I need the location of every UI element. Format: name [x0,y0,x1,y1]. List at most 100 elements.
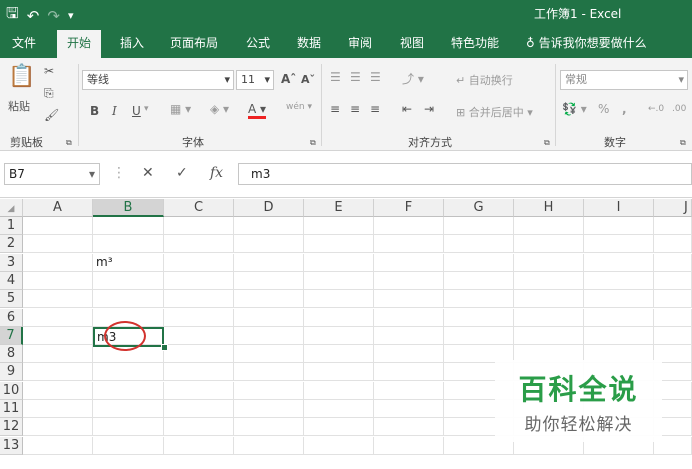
wrap-text-button[interactable]: ↵ 自动换行 [456,72,513,88]
grid-cell[interactable] [164,253,234,272]
align-center-icon[interactable]: ≡ [350,102,360,116]
grid-cell[interactable] [374,381,444,400]
grid-cell[interactable] [23,326,93,345]
grid-cell[interactable] [234,290,304,309]
grid-cell[interactable] [234,436,304,455]
column-header-d[interactable]: D [234,199,304,217]
grid-cell[interactable] [304,308,374,327]
grid-cell[interactable] [374,217,444,235]
row-header-9[interactable]: 9 [0,363,23,382]
grid-cell[interactable] [444,217,514,235]
grid-cell[interactable] [444,326,514,345]
grid-cell[interactable] [584,326,654,345]
number-launcher-icon[interactable]: ⧉ [680,138,686,148]
grid-cell[interactable] [374,418,444,437]
grid-cell[interactable] [93,381,164,400]
grid-cell[interactable] [374,235,444,254]
grid-cell[interactable] [164,381,234,400]
grid-cell[interactable] [234,345,304,364]
tell-me-search[interactable]: ♁ 告诉我你想要做什么 [526,34,647,51]
grid-cell[interactable] [234,363,304,382]
grid-cell[interactable] [374,436,444,455]
shrink-font-button[interactable]: Aˇ [301,73,315,86]
name-box[interactable]: B7 ▾ [4,163,100,185]
grid-cell[interactable] [23,308,93,327]
grid-cell[interactable] [304,345,374,364]
grid-cell[interactable] [93,235,164,254]
cut-icon[interactable]: ✂ [44,64,54,78]
row-header-11[interactable]: 11 [0,400,23,418]
grid-cell[interactable] [164,308,234,327]
grid-cell[interactable] [23,217,93,235]
tab-data[interactable]: 数据 [297,34,321,51]
grid-cell[interactable] [584,271,654,290]
grid-cell[interactable] [444,308,514,327]
select-all-corner[interactable]: ◢ [0,199,23,217]
grid-cell[interactable] [654,308,692,327]
grid-cell[interactable] [514,290,584,309]
grid-cell[interactable] [23,253,93,272]
enter-icon[interactable]: ✓ [176,165,188,181]
grid-cell[interactable] [23,436,93,455]
grid-cell[interactable] [584,235,654,254]
fill-color-icon[interactable]: ◈ ▾ [210,102,229,116]
row-header-7[interactable]: 7 [0,326,23,345]
grid-cell[interactable] [234,217,304,235]
copy-icon[interactable]: ⎘ [44,86,54,101]
grid-cell[interactable] [584,253,654,272]
save-icon[interactable]: 🖫 [6,3,19,28]
chevron-down-icon[interactable]: ▾ [144,104,149,114]
grid-cell[interactable] [234,235,304,254]
grid-cell[interactable] [164,345,234,364]
grid-cell[interactable] [164,363,234,382]
row-header-3[interactable]: 3 [0,253,23,272]
grid-cell[interactable] [164,235,234,254]
grid-cell[interactable] [304,290,374,309]
grid-cell[interactable] [93,436,164,455]
grid-cell[interactable] [514,326,584,345]
grid-cell[interactable] [93,418,164,437]
column-header-b[interactable]: B [93,199,164,217]
tab-review[interactable]: 审阅 [348,34,372,51]
grid-cell[interactable] [444,253,514,272]
font-color-button[interactable]: A ▾ [248,102,267,119]
grid-cell[interactable] [304,326,374,345]
clipboard-launcher-icon[interactable]: ⧉ [66,138,72,148]
grid-cell[interactable] [164,290,234,309]
column-header-j[interactable]: J [654,199,692,217]
number-format-select[interactable]: 常规 ▾ [560,70,688,90]
column-header-f[interactable]: F [374,199,444,217]
grid-cell[interactable] [23,381,93,400]
grid-cell[interactable] [23,235,93,254]
borders-icon[interactable]: ▦ ▾ [170,102,191,116]
grid-cell[interactable] [304,381,374,400]
grid-cell[interactable] [304,436,374,455]
row-header-10[interactable]: 10 [0,381,23,400]
grid-cell[interactable] [304,363,374,382]
column-header-h[interactable]: H [514,199,584,217]
underline-button[interactable]: U [132,104,141,118]
grid-cell[interactable] [444,290,514,309]
grid-cell[interactable] [514,253,584,272]
grid-cell[interactable] [444,235,514,254]
tab-file[interactable]: 文件 [12,34,36,51]
font-launcher-icon[interactable]: ⧉ [310,138,316,148]
grid-cell[interactable] [374,345,444,364]
percent-style-button[interactable]: % [598,102,609,116]
grid-cell[interactable] [654,326,692,345]
grid-cell[interactable] [584,217,654,235]
grid-cell[interactable] [23,290,93,309]
grid-cell[interactable] [234,326,304,345]
orientation-icon[interactable]: ⤴ ▾ [402,70,424,87]
grow-font-button[interactable]: Aˆ [281,72,296,86]
grid-cell[interactable] [164,326,234,345]
decrease-decimal-icon[interactable]: .00 [672,104,686,114]
accounting-format-icon[interactable]: 💱 ▾ [562,102,587,116]
tab-view[interactable]: 视图 [400,34,424,51]
fill-handle[interactable] [161,344,168,351]
grid-cell[interactable] [23,418,93,437]
column-header-a[interactable]: A [23,199,93,217]
font-size-select[interactable]: 11 ▾ [236,70,274,90]
row-header-5[interactable]: 5 [0,290,23,309]
grid-cell[interactable] [304,418,374,437]
